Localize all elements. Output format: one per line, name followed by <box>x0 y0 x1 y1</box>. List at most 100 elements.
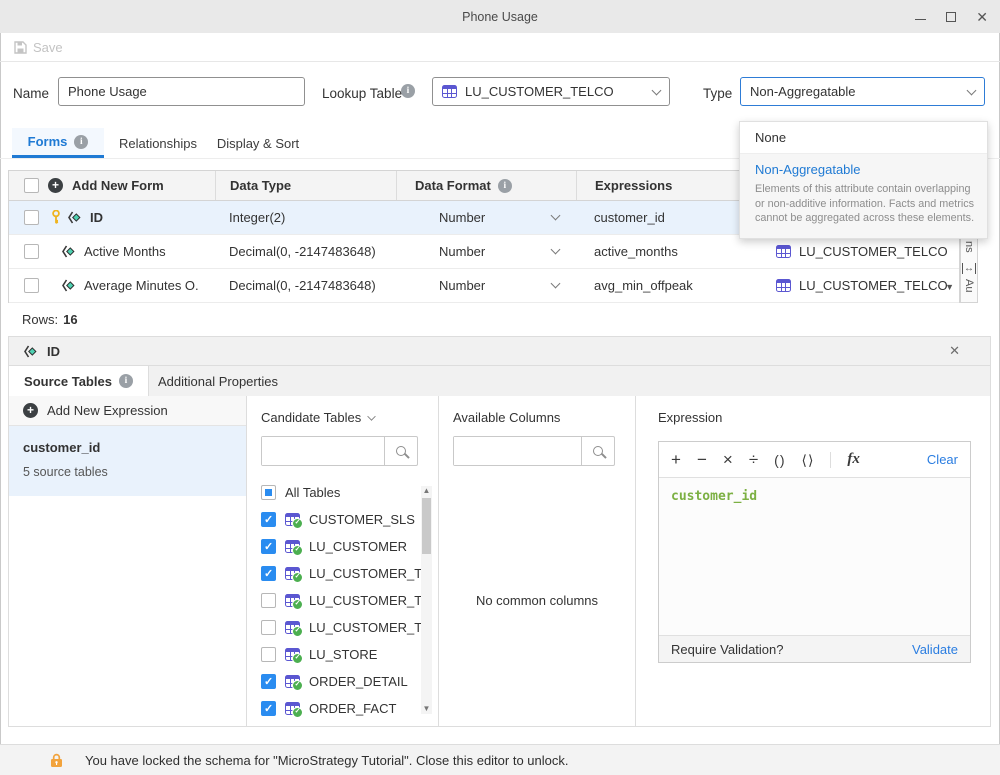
add-new-expression-button[interactable]: Add New Expression <box>9 396 246 426</box>
type-option-non-aggregatable[interactable]: Non-Aggregatable Elements of this attrib… <box>740 153 987 238</box>
minimize-icon[interactable] <box>915 19 926 20</box>
expression-code-area[interactable]: customer_id <box>659 478 970 635</box>
tab-additional-properties[interactable]: Additional Properties <box>149 366 287 396</box>
angle-brackets-button[interactable]: ⟨⟩ <box>801 453 814 467</box>
expression-item-subtitle: 5 source tables <box>23 465 246 479</box>
row-checkbox[interactable] <box>24 210 39 225</box>
source-tables-info-icon[interactable] <box>119 374 133 388</box>
lock-icon <box>50 753 63 768</box>
schema-lock-message: You have locked the schema for "MicroStr… <box>85 753 569 768</box>
list-item[interactable]: LU_CUSTOMER_T <box>247 560 438 587</box>
checkbox[interactable] <box>261 593 276 608</box>
divide-operator-button[interactable]: ÷ <box>749 451 758 468</box>
candidate-table-name: LU_CUSTOMER_T <box>309 620 422 635</box>
detail-header-bar: ID ✕ <box>8 336 991 366</box>
multiply-operator-button[interactable]: × <box>723 451 733 468</box>
clear-button[interactable]: Clear <box>927 452 958 467</box>
toolbar-divider <box>830 452 831 468</box>
data-format-info-icon[interactable] <box>498 179 512 193</box>
list-item[interactable]: LU_STORE <box>247 641 438 668</box>
table-row[interactable]: Average Minutes O... Decimal(0, -2147483… <box>9 269 959 303</box>
available-search-button[interactable] <box>581 437 614 465</box>
function-button[interactable]: fx <box>847 451 860 468</box>
table-row[interactable]: Active Months Decimal(0, -2147483648) Nu… <box>9 235 959 269</box>
expression-editor: + − × ÷ () ⟨⟩ fx Clear customer_id Requi… <box>658 441 971 663</box>
row-checkbox[interactable] <box>24 278 39 293</box>
plus-operator-button[interactable]: + <box>671 451 681 468</box>
add-form-icon <box>48 178 63 193</box>
expression-panel: Expression + − × ÷ () ⟨⟩ fx Clear custom… <box>636 396 990 726</box>
validate-link[interactable]: Validate <box>912 642 958 657</box>
available-search-input[interactable] <box>454 437 581 465</box>
column-header-data-format: Data Format <box>415 178 491 193</box>
list-item[interactable]: CUSTOMER_SLS <box>247 506 438 533</box>
type-select[interactable]: Non-Aggregatable <box>740 77 985 106</box>
close-icon[interactable]: ✕ <box>976 10 988 24</box>
tab-source-tables-label: Source Tables <box>24 374 112 389</box>
tab-source-tables[interactable]: Source Tables <box>9 366 149 396</box>
checkbox[interactable] <box>261 512 276 527</box>
select-all-checkbox[interactable] <box>24 178 39 193</box>
list-item[interactable]: ORDER_DETAIL <box>247 668 438 695</box>
candidate-tables-panel: Candidate Tables All Tables CUSTOMER_SLS… <box>247 396 439 726</box>
scrollbar[interactable]: ▲ ▼ <box>421 486 432 714</box>
expression-list-item[interactable]: customer_id 5 source tables <box>9 426 246 496</box>
name-input[interactable] <box>58 77 305 106</box>
scrollbar-thumb[interactable] <box>422 498 431 554</box>
tab-forms-label: Forms <box>28 134 68 149</box>
form-name: Active Months <box>84 244 166 259</box>
attribute-form-icon <box>61 245 76 258</box>
table-check-icon <box>285 621 300 634</box>
search-icon <box>593 446 603 456</box>
horizontal-resize-icon: ↔ <box>962 263 976 274</box>
candidate-table-name: LU_CUSTOMER_T <box>309 593 422 608</box>
attribute-form-icon <box>23 345 38 358</box>
checkbox[interactable] <box>261 539 276 554</box>
candidate-table-name: LU_STORE <box>309 647 377 662</box>
list-item[interactable]: LU_CUSTOMER_T <box>247 587 438 614</box>
available-columns-panel: Available Columns No common columns <box>439 396 636 726</box>
scroll-down-icon[interactable]: ▼ <box>421 704 432 714</box>
checkbox[interactable] <box>261 701 276 716</box>
candidate-search-button[interactable] <box>384 437 417 465</box>
list-item[interactable]: LU_CUSTOMER_T <box>247 614 438 641</box>
parentheses-button[interactable]: () <box>774 453 785 467</box>
data-type-cell: Integer(2) <box>229 201 389 234</box>
validation-bar: Require Validation? Validate <box>659 635 970 662</box>
data-type-cell: Decimal(0, -2147483648) <box>229 235 389 268</box>
checkbox[interactable] <box>261 620 276 635</box>
add-new-form-button[interactable]: Add New Form <box>72 178 164 193</box>
source-table-cell: LU_CUSTOMER_TELCO <box>799 278 959 293</box>
toolbar: Save <box>0 33 1000 62</box>
type-option-label: Non-Aggregatable <box>755 162 972 177</box>
candidate-search-input[interactable] <box>262 437 384 465</box>
row-checkbox[interactable] <box>24 244 39 259</box>
source-table-cell: LU_CUSTOMER_TELCO <box>799 244 959 259</box>
checkbox[interactable] <box>261 566 276 581</box>
title-bar: Phone Usage ✕ <box>0 0 1000 33</box>
close-detail-icon[interactable]: ✕ <box>949 343 960 359</box>
list-item[interactable]: All Tables <box>247 479 438 506</box>
save-button[interactable]: Save <box>33 40 63 55</box>
candidate-tables-dropdown[interactable]: Candidate Tables <box>247 396 438 425</box>
scroll-up-icon[interactable]: ▲ <box>421 486 432 496</box>
minus-operator-button[interactable]: − <box>697 451 707 468</box>
tab-forms[interactable]: Forms <box>12 128 104 158</box>
detail-tab-bar: Source Tables Additional Properties <box>8 366 991 396</box>
tab-display-sort[interactable]: Display & Sort <box>208 128 308 158</box>
lookup-info-icon[interactable] <box>401 84 415 98</box>
maximize-icon[interactable] <box>946 12 956 22</box>
checkbox[interactable] <box>261 647 276 662</box>
grid-scroll-down-icon[interactable]: ▼ <box>945 283 954 292</box>
candidate-tables-list: All Tables CUSTOMER_SLS LU_CUSTOMER LU_C… <box>247 479 438 722</box>
type-option-none[interactable]: None <box>740 122 987 153</box>
lookup-table-label: Lookup Table <box>322 86 402 101</box>
candidate-table-name: ORDER_FACT <box>309 701 396 716</box>
tab-relationships[interactable]: Relationships <box>112 128 204 158</box>
checkbox[interactable] <box>261 674 276 689</box>
list-item[interactable]: LU_CUSTOMER <box>247 533 438 560</box>
checkbox[interactable] <box>261 485 276 500</box>
lookup-table-select[interactable]: LU_CUSTOMER_TELCO <box>432 77 670 106</box>
forms-info-icon[interactable] <box>74 135 88 149</box>
list-item[interactable]: ORDER_FACT <box>247 695 438 722</box>
